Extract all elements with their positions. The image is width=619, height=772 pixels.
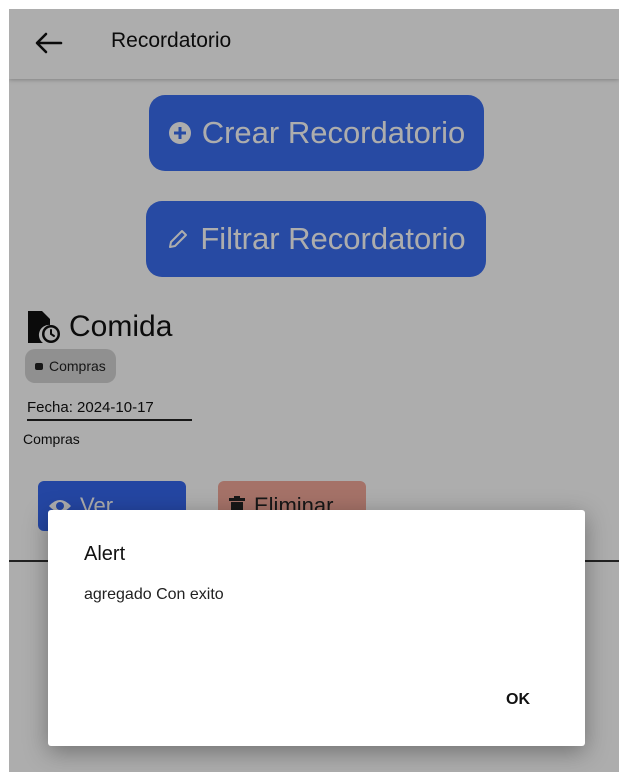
alert-title: Alert xyxy=(84,543,126,565)
alert-dialog: Alert agregado Con exito OK xyxy=(48,510,585,746)
ok-button[interactable]: OK xyxy=(492,682,544,718)
app-screen: Recordatorio Crear Recordatorio Filtrar … xyxy=(9,9,619,772)
alert-message: agregado Con exito xyxy=(84,586,224,603)
